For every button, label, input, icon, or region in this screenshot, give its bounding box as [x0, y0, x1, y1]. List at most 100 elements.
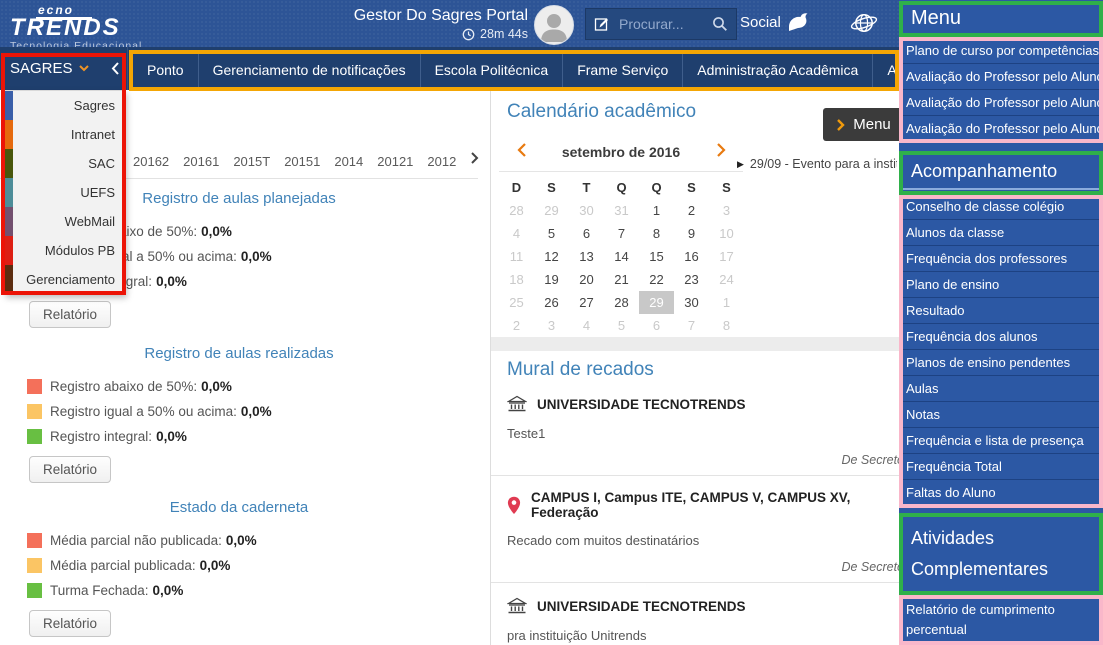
calendar-day[interactable]: 28	[499, 199, 534, 222]
report-button[interactable]: Relatório	[29, 301, 111, 328]
sidebar-dropdown-item[interactable]: Gerenciamento	[5, 265, 124, 294]
calendar-day[interactable]: 4	[569, 314, 604, 337]
chevron-right-icon[interactable]	[717, 143, 726, 157]
nav-tab[interactable]: Ponto	[133, 50, 199, 90]
panel-menu-item[interactable]: Plano de curso por competências	[899, 38, 1103, 64]
calendar-day[interactable]: 17	[709, 245, 744, 268]
calendar-day[interactable]: 9	[674, 222, 709, 245]
nav-tab[interactable]: Frame Serviço	[563, 50, 683, 90]
panel-menu-item[interactable]: Faltas do Aluno	[899, 480, 1103, 506]
calendar-day[interactable]: 5	[604, 314, 639, 337]
sidebar-dropdown-item[interactable]: Sagres	[5, 91, 124, 120]
calendar-day[interactable]: 26	[534, 291, 569, 314]
panel-menu-item[interactable]: Plano de ensino	[899, 272, 1103, 298]
nav-tab[interactable]: Avaliação Institucional	[873, 50, 899, 90]
calendar-day[interactable]: 11	[499, 245, 534, 268]
panel-menu-item[interactable]: Notas	[899, 402, 1103, 428]
social-link[interactable]: Social	[740, 14, 781, 31]
calendar-day[interactable]: 7	[604, 222, 639, 245]
calendar-day[interactable]: 6	[639, 314, 674, 337]
term-tab[interactable]: 20161	[183, 154, 219, 172]
calendar-day[interactable]: 29	[534, 199, 569, 222]
calendar-day[interactable]: 29	[639, 291, 674, 314]
calendar-day[interactable]: 21	[604, 268, 639, 291]
calendar-day[interactable]: 12	[534, 245, 569, 268]
chevron-left-icon[interactable]	[517, 143, 526, 157]
calendar-day[interactable]: 27	[569, 291, 604, 314]
nav-tab[interactable]: Escola Politécnica	[421, 50, 564, 90]
calendar-day[interactable]: 28	[604, 291, 639, 314]
calendar-day[interactable]: 18	[499, 268, 534, 291]
calendar-day[interactable]: 30	[569, 199, 604, 222]
search-input[interactable]	[617, 15, 705, 33]
calendar-day[interactable]: 16	[674, 245, 709, 268]
term-tabs: 20162201612015T20151201420121201220	[133, 154, 469, 172]
calendar-day[interactable]: 3	[534, 314, 569, 337]
panel-menu-item[interactable]: Frequência Total	[899, 454, 1103, 480]
panel-menu-item[interactable]: Frequência dos alunos	[899, 324, 1103, 350]
panel-menu-item[interactable]: Resultado	[899, 298, 1103, 324]
calendar-day[interactable]: 23	[674, 268, 709, 291]
sidebar-dropdown-item[interactable]: Intranet	[5, 120, 124, 149]
calendar-day[interactable]: 20	[569, 268, 604, 291]
calendar-day[interactable]: 14	[604, 245, 639, 268]
term-tab[interactable]: 2012	[427, 154, 456, 172]
calendar-day[interactable]: 31	[604, 199, 639, 222]
term-tab[interactable]: 20151	[284, 154, 320, 172]
chevron-right-icon[interactable]	[471, 152, 479, 164]
calendar-day[interactable]: 15	[639, 245, 674, 268]
calendar-day[interactable]: 5	[534, 222, 569, 245]
term-tab[interactable]: 20121	[377, 154, 413, 172]
calendar-day[interactable]: 6	[569, 222, 604, 245]
calendar-day[interactable]: 19	[534, 268, 569, 291]
sidebar-dropdown-item[interactable]: SAC	[5, 149, 124, 178]
menu-toggle-button[interactable]: Menu	[823, 108, 905, 141]
term-tab[interactable]: 2014	[334, 154, 363, 172]
panel-menu-item[interactable]: Aulas	[899, 376, 1103, 402]
dove-icon[interactable]	[786, 10, 814, 36]
chevron-left-icon[interactable]	[111, 62, 119, 75]
calendar-day[interactable]: 13	[569, 245, 604, 268]
user-name[interactable]: Gestor Do Sagres Portal	[330, 7, 528, 25]
calendar-day[interactable]: 2	[674, 199, 709, 222]
calendar-day[interactable]: 25	[499, 291, 534, 314]
sidebar-header[interactable]: SAGRES	[0, 47, 128, 90]
panel-menu-item[interactable]: Relatório de cumprimento percentual	[899, 598, 1103, 645]
calendar-day[interactable]: 2	[499, 314, 534, 337]
panel-menu-item[interactable]: Avaliação do Professor pelo Aluno	[899, 90, 1103, 116]
report-button[interactable]: Relatório	[29, 610, 111, 637]
panel-menu-item[interactable]: Conselho de classe colégio	[899, 194, 1103, 220]
nav-tab[interactable]: Gerenciamento de notificações	[199, 50, 421, 90]
globe-icon[interactable]	[849, 8, 879, 38]
calendar-day[interactable]: 30	[674, 291, 709, 314]
panel-menu-item[interactable]: Avaliação do Professor pelo Aluno	[899, 116, 1103, 142]
panel-menu-item[interactable]: Planos de ensino pendentes	[899, 350, 1103, 376]
legend-label: Média parcial não publicada:	[50, 533, 222, 548]
sidebar-dropdown-item[interactable]: Módulos PB	[5, 236, 124, 265]
university-icon	[507, 597, 527, 615]
calendar-day[interactable]: 8	[709, 314, 744, 337]
sidebar-dropdown-item[interactable]: WebMail	[5, 207, 124, 236]
sidebar-title[interactable]: SAGRES	[10, 60, 89, 77]
calendar-event[interactable]: ▶ 29/09 - Evento para a institu	[737, 157, 897, 171]
calendar-day[interactable]: 10	[709, 222, 744, 245]
calendar-day[interactable]: 8	[639, 222, 674, 245]
term-tab[interactable]: 2015T	[233, 154, 270, 172]
term-tab[interactable]: 20162	[133, 154, 169, 172]
calendar-day[interactable]: 24	[709, 268, 744, 291]
panel-menu-item[interactable]: Avaliação do Professor pelo Aluno	[899, 64, 1103, 90]
panel-menu-item[interactable]: Frequência dos professores	[899, 246, 1103, 272]
panel-menu-item[interactable]: Alunos da classe	[899, 220, 1103, 246]
search-icon[interactable]	[712, 16, 728, 32]
avatar[interactable]	[534, 5, 574, 45]
report-button[interactable]: Relatório	[29, 456, 111, 483]
calendar-day[interactable]: 22	[639, 268, 674, 291]
calendar-day[interactable]: 1	[709, 291, 744, 314]
nav-tab[interactable]: Administração Acadêmica	[683, 50, 873, 90]
calendar-day[interactable]: 7	[674, 314, 709, 337]
calendar-day[interactable]: 3	[709, 199, 744, 222]
calendar-day[interactable]: 1	[639, 199, 674, 222]
calendar-day[interactable]: 4	[499, 222, 534, 245]
sidebar-dropdown-item[interactable]: UEFS	[5, 178, 124, 207]
panel-menu-item[interactable]: Frequência e lista de presença	[899, 428, 1103, 454]
